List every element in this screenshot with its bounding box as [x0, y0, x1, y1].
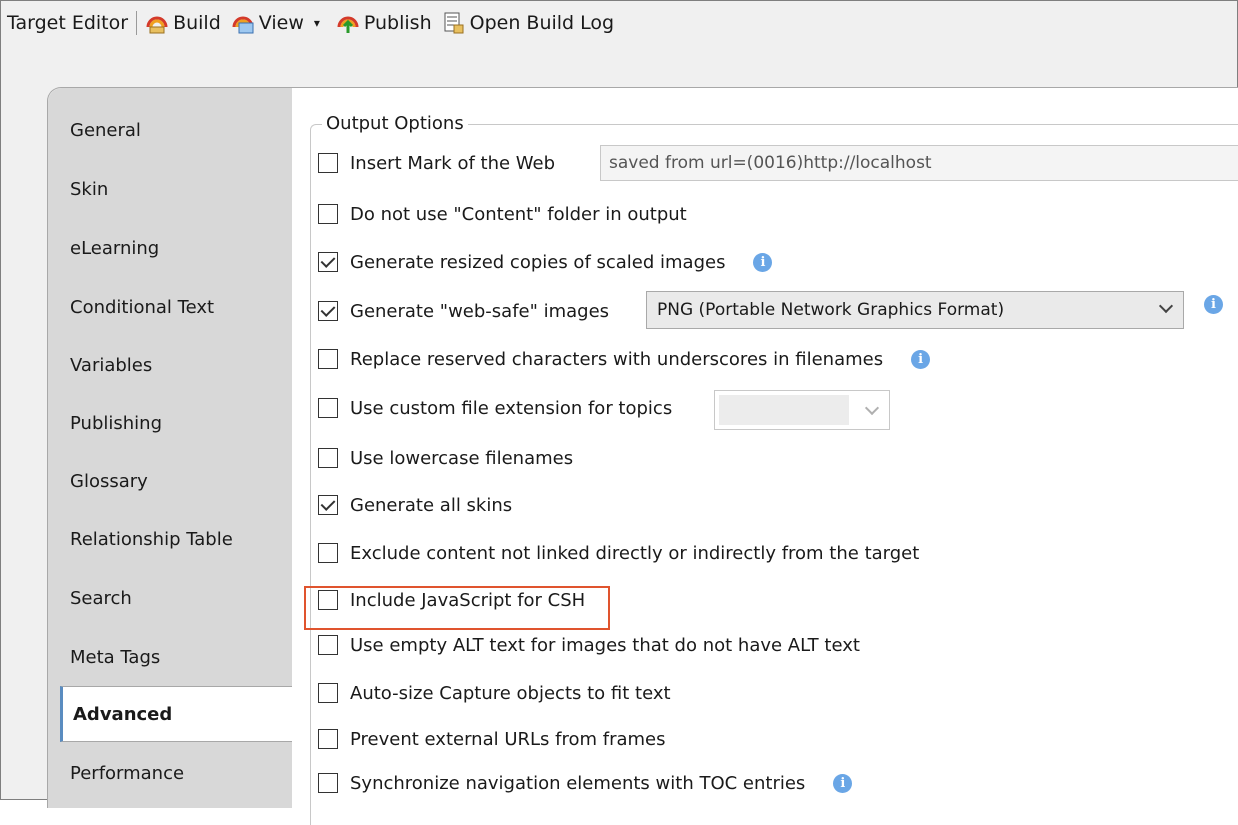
option-web-safe-images[interactable]: Generate "web-safe" images — [318, 294, 609, 328]
checkbox[interactable] — [318, 448, 338, 468]
tab-elearning[interactable]: eLearning — [70, 234, 159, 264]
option-synchronize-navigation[interactable]: Synchronize navigation elements with TOC… — [318, 766, 853, 800]
chevron-down-icon — [864, 400, 880, 416]
option-replace-reserved-chars[interactable]: Replace reserved characters with undersc… — [318, 342, 931, 376]
view-button[interactable]: View ▾ — [231, 11, 326, 35]
toolbar: Target Editor Build View ▾ Publish Open … — [1, 1, 1237, 45]
open-build-log-button[interactable]: Open Build Log — [442, 11, 614, 35]
option-label: Include JavaScript for CSH — [350, 589, 586, 611]
tab-general[interactable]: General — [70, 116, 141, 146]
checkbox[interactable] — [318, 683, 338, 703]
tab-variables[interactable]: Variables — [70, 351, 152, 381]
option-label: Replace reserved characters with undersc… — [350, 348, 884, 370]
option-lowercase-filenames[interactable]: Use lowercase filenames — [318, 441, 573, 475]
option-generate-all-skins[interactable]: Generate all skins — [318, 488, 512, 522]
editor-content: General Skin eLearning Conditional Text … — [47, 87, 1238, 825]
build-icon — [146, 16, 168, 34]
option-label: Use lowercase filenames — [350, 447, 574, 469]
mark-of-web-input[interactable]: saved from url=(0016)http://localhost — [600, 145, 1238, 181]
option-empty-alt-text[interactable]: Use empty ALT text for images that do no… — [318, 628, 860, 662]
option-label: Insert Mark of the Web — [350, 152, 556, 174]
build-button[interactable]: Build — [145, 11, 221, 35]
option-prevent-external-urls[interactable]: Prevent external URLs from frames — [318, 722, 666, 756]
checkbox[interactable] — [318, 495, 338, 515]
info-icon[interactable]: i — [1204, 295, 1223, 314]
checkbox[interactable] — [318, 204, 338, 224]
publish-icon — [337, 16, 359, 33]
target-editor-window: Target Editor Build View ▾ Publish Open … — [0, 0, 1238, 825]
web-safe-format-value: PNG (Portable Network Graphics Format) — [657, 300, 1005, 320]
option-no-content-folder[interactable]: Do not use "Content" folder in output — [318, 197, 687, 231]
option-resized-copies[interactable]: Generate resized copies of scaled images… — [318, 245, 773, 279]
option-label: Prevent external URLs from frames — [350, 728, 666, 750]
tab-meta-tags[interactable]: Meta Tags — [70, 643, 160, 673]
option-label: Use empty ALT text for images that do no… — [350, 634, 860, 656]
custom-extension-value — [719, 395, 849, 425]
tab-glossary[interactable]: Glossary — [70, 467, 148, 497]
build-log-icon — [444, 12, 464, 34]
option-label: Auto-size Capture objects to fit text — [350, 682, 671, 704]
checkbox[interactable] — [318, 729, 338, 749]
publish-button[interactable]: Publish — [336, 11, 432, 35]
web-safe-format-select[interactable]: PNG (Portable Network Graphics Format) — [646, 291, 1184, 329]
option-label: Use custom file extension for topics — [350, 397, 673, 419]
tab-advanced[interactable]: Advanced — [60, 686, 292, 742]
editor-title: Target Editor — [7, 12, 129, 34]
chevron-down-icon — [1158, 298, 1174, 314]
publish-label: Publish — [363, 12, 432, 34]
option-include-javascript-csh[interactable]: Include JavaScript for CSH — [318, 583, 585, 617]
custom-extension-select[interactable] — [714, 390, 890, 430]
tab-performance[interactable]: Performance — [70, 759, 184, 789]
option-label: Generate resized copies of scaled images — [350, 251, 726, 273]
output-options-title: Output Options — [322, 113, 468, 134]
option-exclude-unlinked[interactable]: Exclude content not linked directly or i… — [318, 536, 919, 570]
checkbox[interactable] — [318, 398, 338, 418]
build-label: Build — [173, 12, 221, 34]
advanced-panel: Output Options Insert Mark of the Web sa… — [292, 88, 1238, 825]
option-label: Exclude content not linked directly or i… — [350, 542, 920, 564]
view-dropdown-icon[interactable]: ▾ — [314, 16, 320, 30]
option-label: Do not use "Content" folder in output — [350, 203, 687, 225]
open-build-log-label: Open Build Log — [469, 12, 615, 34]
view-icon — [232, 16, 254, 34]
toolbar-separator — [136, 11, 138, 35]
tab-conditional-text[interactable]: Conditional Text — [70, 293, 214, 323]
tab-search[interactable]: Search — [70, 584, 132, 614]
checkbox[interactable] — [318, 252, 338, 272]
option-label: Generate "web-safe" images — [350, 300, 610, 322]
info-icon[interactable]: i — [911, 349, 931, 369]
tab-sidebar: General Skin eLearning Conditional Text … — [48, 88, 292, 808]
option-custom-extension[interactable]: Use custom file extension for topics — [318, 391, 672, 425]
view-label: View — [258, 12, 304, 34]
checkbox[interactable] — [318, 773, 338, 793]
checkbox[interactable] — [318, 590, 338, 610]
option-auto-size-capture[interactable]: Auto-size Capture objects to fit text — [318, 676, 671, 710]
option-insert-mark-of-web[interactable]: Insert Mark of the Web — [318, 146, 555, 180]
option-label: Synchronize navigation elements with TOC… — [350, 772, 806, 794]
checkbox[interactable] — [318, 301, 338, 321]
option-label: Generate all skins — [350, 494, 513, 516]
info-icon[interactable]: i — [753, 252, 773, 272]
checkbox[interactable] — [318, 543, 338, 563]
tab-skin[interactable]: Skin — [70, 175, 108, 205]
checkbox[interactable] — [318, 153, 338, 173]
tab-publishing[interactable]: Publishing — [70, 409, 162, 439]
tab-relationship-table[interactable]: Relationship Table — [70, 525, 233, 555]
checkbox[interactable] — [318, 635, 338, 655]
info-icon[interactable]: i — [833, 773, 853, 793]
checkbox[interactable] — [318, 349, 338, 369]
